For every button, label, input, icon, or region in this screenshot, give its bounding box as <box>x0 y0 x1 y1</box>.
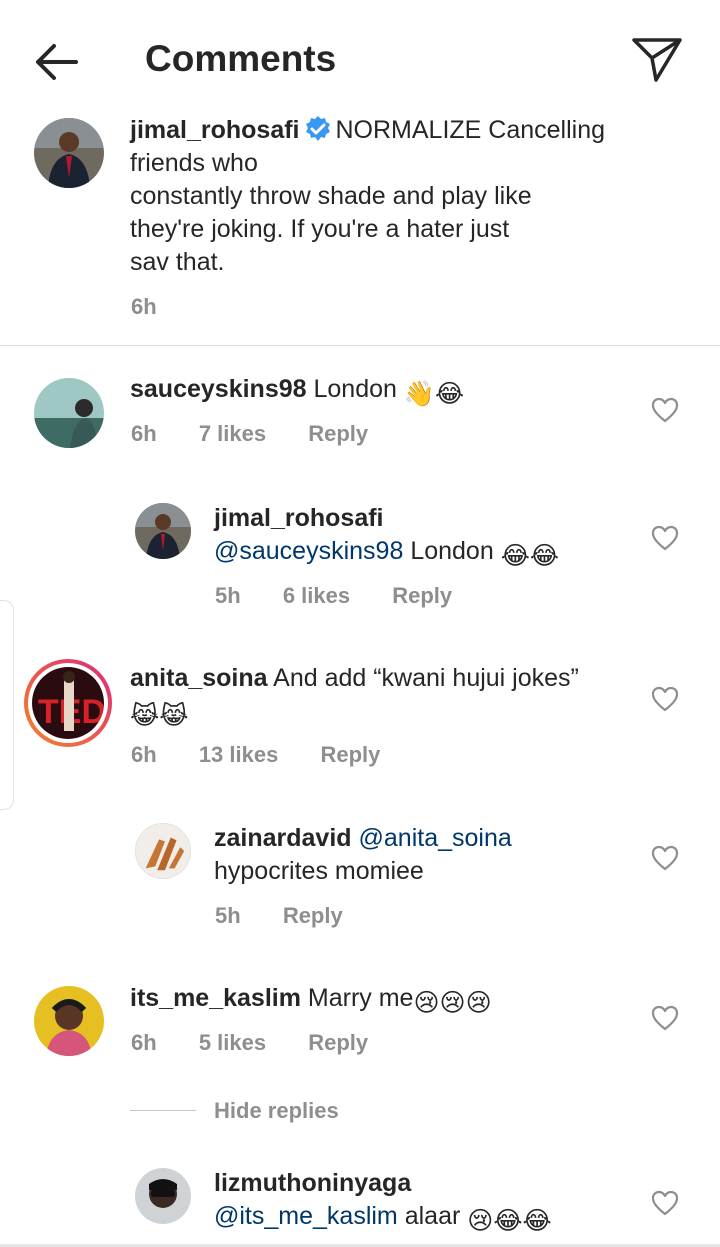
page-title: Comments <box>145 38 337 79</box>
emoji: 😢😢😢 <box>413 989 492 1017</box>
comment-meta: 6h 5 likes Reply <box>131 1030 404 1056</box>
username-link[interactable]: sauceyskins98 <box>130 375 307 403</box>
reply-button[interactable]: Reply <box>320 742 380 767</box>
username-link[interactable]: jimal_rohosafi <box>130 116 300 144</box>
side-panel-edge <box>0 600 14 810</box>
comment-body: London <box>313 375 397 403</box>
username-link[interactable]: jimal_rohosafi <box>214 504 384 532</box>
post-caption: jimal_rohosafi NORMALIZE Cancelling frien… <box>0 112 720 344</box>
timestamp: 6h <box>131 1030 157 1055</box>
emoji: 👋😂 <box>403 380 465 408</box>
comment-text: sauceyskins98 London 👋😂 <box>130 373 610 411</box>
timestamp: 5h <box>215 903 241 928</box>
verified-badge-icon <box>304 115 332 143</box>
hide-replies-button[interactable]: Hide replies <box>214 1098 339 1124</box>
likes-count[interactable]: 5 likes <box>199 1030 266 1055</box>
reply-text: zainardavid @anita_soina hypocrites momi… <box>214 822 634 888</box>
timestamp: 6h <box>131 294 157 319</box>
likes-count[interactable]: 7 likes <box>199 421 266 446</box>
back-arrow-icon[interactable] <box>30 38 82 86</box>
likes-count[interactable]: 13 likes <box>199 742 279 767</box>
reply-button[interactable]: Reply <box>308 421 368 446</box>
comment-body: hypocrites momiee <box>214 857 424 885</box>
caption-line: constantly throw shade and play like <box>130 182 532 210</box>
divider <box>0 345 720 346</box>
emoji: 😂😂 <box>500 542 560 570</box>
mention-link[interactable]: @anita_soina <box>359 824 512 852</box>
paper-plane-icon[interactable] <box>630 34 684 84</box>
emoji: 😢😂😂 <box>467 1207 552 1235</box>
username-link[interactable]: zainardavid <box>214 824 352 852</box>
heart-icon[interactable] <box>651 1005 679 1031</box>
heart-icon[interactable] <box>651 1190 679 1216</box>
hide-replies-line <box>130 1110 196 1111</box>
avatar[interactable] <box>135 823 191 879</box>
caption-line: sav that. <box>130 248 225 276</box>
emoji: 😹😹 <box>130 702 189 730</box>
header-bar: Comments <box>0 0 720 120</box>
reply-text: lizmuthoninyaga @its_me_kaslim alaar 😢😂😂 <box>214 1167 634 1238</box>
mention-link[interactable]: @sauceyskins98 <box>214 537 403 565</box>
heart-icon[interactable] <box>651 397 679 423</box>
heart-icon[interactable] <box>651 845 679 871</box>
caption-line: NORMALIZE Cancelling <box>335 116 606 144</box>
mention-link[interactable]: @its_me_kaslim <box>214 1202 398 1230</box>
reply-text: jimal_rohosafi @sauceyskins98 London 😂😂 <box>214 502 634 573</box>
comment-meta: 5h Reply <box>215 903 379 929</box>
reply-button[interactable]: Reply <box>392 583 452 608</box>
username-link[interactable]: anita_soina <box>130 664 268 692</box>
caption-line: they're joking. If you're a hater just <box>130 215 510 243</box>
avatar-story-ring[interactable]: TED <box>24 659 112 747</box>
caption-line: friends who <box>130 149 258 177</box>
reply-button[interactable]: Reply <box>283 903 343 928</box>
comment-meta: 6h 7 likes Reply <box>131 421 404 447</box>
comment-text: anita_soina And add “kwani hujui jokes” … <box>130 662 640 733</box>
avatar[interactable] <box>135 503 191 559</box>
avatar[interactable] <box>34 986 104 1056</box>
comment-meta: 5h 6 likes Reply <box>215 583 488 609</box>
timestamp: 5h <box>215 583 241 608</box>
caption-meta: 6h <box>131 294 193 320</box>
avatar[interactable] <box>34 118 104 188</box>
likes-count[interactable]: 6 likes <box>283 583 350 608</box>
comment-body: Marry me <box>307 984 414 1012</box>
comment-body: And add “kwani hujui jokes” <box>273 664 579 692</box>
reply-button[interactable]: Reply <box>308 1030 368 1055</box>
comment-text: its_me_kaslim Marry me😢😢😢 <box>130 982 610 1020</box>
comment-meta: 6h 13 likes Reply <box>131 742 416 768</box>
username-link[interactable]: its_me_kaslim <box>130 984 301 1012</box>
comment-body: London <box>410 537 494 565</box>
avatar[interactable] <box>135 1168 191 1224</box>
timestamp: 6h <box>131 421 157 446</box>
heart-icon[interactable] <box>651 525 679 551</box>
username-link[interactable]: lizmuthoninyaga <box>214 1169 411 1197</box>
timestamp: 6h <box>131 742 157 767</box>
comment-body: alaar <box>404 1202 461 1230</box>
heart-icon[interactable] <box>651 686 679 712</box>
caption-text: jimal_rohosafi NORMALIZE Cancelling frien… <box>130 114 690 279</box>
avatar[interactable] <box>34 378 104 448</box>
